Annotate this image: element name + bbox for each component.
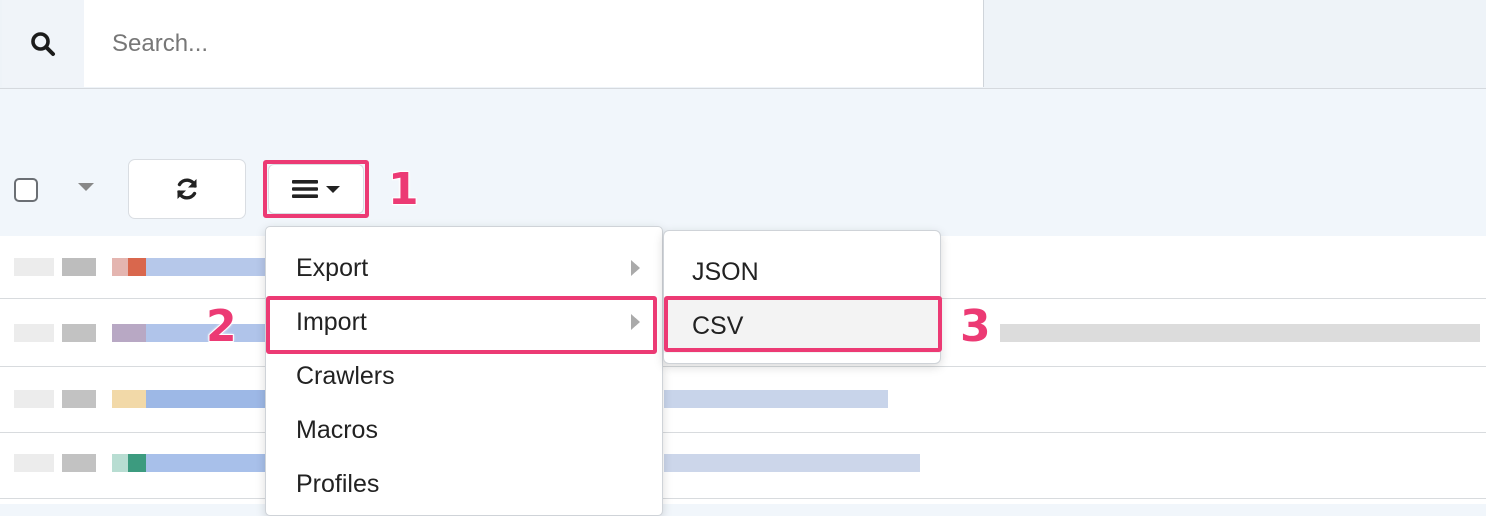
search-icon[interactable] <box>2 0 84 87</box>
caret-down-icon <box>326 185 340 193</box>
search-bar <box>0 0 1486 89</box>
blurred-cell <box>14 390 54 408</box>
refresh-button[interactable] <box>128 159 246 219</box>
menu-item-label: Import <box>296 307 367 336</box>
menu-item-label: Macros <box>296 415 378 444</box>
blurred-cell <box>112 324 146 342</box>
actions-menu-button[interactable] <box>268 164 364 214</box>
menu-item-label: Export <box>296 253 369 282</box>
blurred-cell <box>128 258 146 276</box>
annotation-number-1: 1 <box>387 163 420 216</box>
blurred-cell <box>14 324 54 342</box>
select-all-checkbox[interactable] <box>14 178 38 202</box>
blurred-cell <box>62 258 96 276</box>
blurred-cell <box>62 390 96 408</box>
menu-item-import[interactable]: Import <box>266 295 662 349</box>
row-divider <box>0 432 1486 433</box>
menu-item-crawlers[interactable]: Crawlers <box>266 349 662 403</box>
menu-item-export[interactable]: Export <box>266 241 662 295</box>
hamburger-icon <box>292 180 318 198</box>
chevron-right-icon <box>631 314 640 330</box>
submenu-item-csv[interactable]: CSV <box>664 299 940 353</box>
blurred-cell <box>664 454 920 472</box>
blurred-cell <box>14 454 54 472</box>
row-divider <box>0 498 1486 499</box>
blurred-cell <box>62 324 96 342</box>
menu-item-label: Profiles <box>296 469 380 498</box>
row-divider <box>0 366 1486 367</box>
actions-dropdown-menu: Export Import Crawlers Macros Profiles <box>265 226 663 516</box>
blurred-cell <box>112 454 128 472</box>
search-input[interactable] <box>84 0 984 87</box>
blurred-cell <box>14 258 54 276</box>
blurred-cell <box>1000 324 1480 342</box>
blurred-cell <box>112 258 128 276</box>
submenu-item-json[interactable]: JSON <box>664 245 940 299</box>
import-submenu: JSON CSV <box>663 230 941 364</box>
menu-item-profiles[interactable]: Profiles <box>266 457 662 511</box>
annotation-number-2: 2 <box>205 300 238 353</box>
caret-down-icon[interactable] <box>78 183 94 191</box>
blurred-cell <box>146 258 266 276</box>
blurred-cell <box>112 390 146 408</box>
refresh-icon <box>177 178 197 200</box>
blurred-cell <box>146 454 266 472</box>
annotation-number-3: 3 <box>959 300 992 353</box>
chevron-right-icon <box>631 260 640 276</box>
menu-item-macros[interactable]: Macros <box>266 403 662 457</box>
submenu-item-label: CSV <box>692 311 744 340</box>
blurred-cell <box>664 390 888 408</box>
blurred-cell <box>62 454 96 472</box>
submenu-item-label: JSON <box>692 257 759 286</box>
menu-item-label: Crawlers <box>296 361 395 390</box>
blurred-cell <box>128 454 146 472</box>
blurred-cell <box>146 390 266 408</box>
